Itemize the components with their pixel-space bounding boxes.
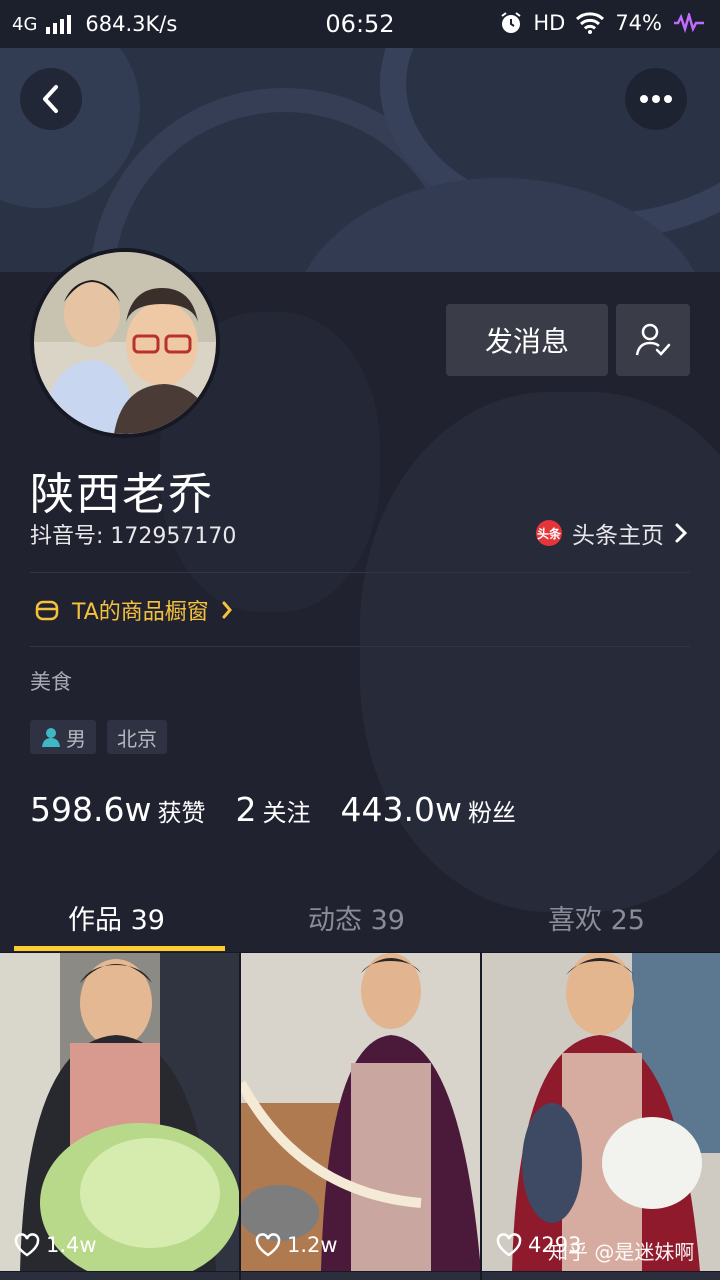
shop-link-label: TA的商品橱窗 xyxy=(72,600,209,625)
followers-stat[interactable]: 443.0w 粉丝 xyxy=(340,790,515,829)
more-button[interactable] xyxy=(625,68,687,130)
heart-icon xyxy=(255,1233,281,1257)
likes-stat: 598.6w 获赞 xyxy=(30,790,205,829)
follow-status-button[interactable] xyxy=(616,304,690,376)
heart-icon xyxy=(14,1233,40,1257)
video-grid: 1.4w 1.2w 4293 xyxy=(0,953,720,1280)
divider xyxy=(30,646,690,647)
chevron-right-icon xyxy=(222,601,232,619)
alarm-icon xyxy=(501,12,521,33)
person-icon xyxy=(42,728,60,747)
video-likes-count: 1.2w xyxy=(287,1233,338,1257)
content-tabs: 作品 39 动态 39 喜欢 25 xyxy=(0,880,720,952)
avatar[interactable] xyxy=(30,248,220,438)
toutiao-homepage-link[interactable]: 头条 头条主页 xyxy=(536,516,688,550)
shop-icon xyxy=(35,600,59,621)
wifi-icon xyxy=(576,12,605,34)
following-stat[interactable]: 2 关注 xyxy=(235,790,310,829)
next-row-thumbnail xyxy=(0,1272,239,1280)
following-count: 2 xyxy=(235,790,257,829)
likes-count: 598.6w xyxy=(30,790,152,829)
followers-count: 443.0w xyxy=(340,790,462,829)
avatar-photo xyxy=(34,252,216,434)
gender-tag: 男 xyxy=(30,720,96,754)
chevron-left-icon xyxy=(43,85,58,113)
category-label: 美食 xyxy=(30,670,72,694)
hd-indicator: HD xyxy=(533,11,566,35)
video-likes: 1.4w xyxy=(14,1233,97,1257)
toutiao-logo-icon: 头条 xyxy=(536,520,562,546)
tab-works[interactable]: 作品 39 xyxy=(68,898,165,937)
followers-label: 粉丝 xyxy=(467,799,516,827)
back-button[interactable] xyxy=(20,68,82,130)
watermark: 知乎 @是迷妹啊 xyxy=(548,1240,695,1264)
video-thumbnail[interactable]: 1.4w xyxy=(0,953,239,1271)
shop-window-link[interactable]: TA的商品橱窗 xyxy=(34,594,233,626)
next-row-thumbnail xyxy=(482,1272,720,1280)
more-dots-icon xyxy=(640,95,672,103)
video-cover xyxy=(0,953,239,1271)
gender-label: 男 xyxy=(66,726,86,751)
active-tab-indicator xyxy=(14,946,225,951)
user-check-icon xyxy=(635,323,671,356)
battery-level: 74% xyxy=(615,11,662,35)
video-thumbnail[interactable]: 1.2w xyxy=(241,953,480,1271)
following-label: 关注 xyxy=(262,799,311,827)
heart-icon xyxy=(496,1233,522,1257)
chevron-right-icon xyxy=(675,523,688,543)
profile-stats: 598.6w 获赞 2 关注 443.0w 粉丝 xyxy=(30,790,546,829)
next-row-thumbnail xyxy=(241,1272,480,1280)
video-likes: 1.2w xyxy=(255,1233,338,1257)
send-message-button[interactable]: 发消息 xyxy=(446,304,608,376)
video-cover xyxy=(241,953,480,1271)
video-thumbnail[interactable]: 4293 xyxy=(482,953,720,1271)
location-label: 北京 xyxy=(117,726,157,751)
profile-name: 陕西老乔 xyxy=(30,469,214,520)
toutiao-link-label: 头条主页 xyxy=(572,523,664,549)
profile-cover xyxy=(0,48,720,272)
divider xyxy=(30,572,690,573)
tab-moments[interactable]: 动态 39 xyxy=(308,898,405,937)
location-tag: 北京 xyxy=(107,720,167,754)
video-likes-count: 1.4w xyxy=(46,1233,97,1257)
video-cover xyxy=(482,953,720,1271)
status-bar: 4G 684.3K/s 06:52 HD 74% xyxy=(0,0,720,48)
tab-likes[interactable]: 喜欢 25 xyxy=(548,898,645,937)
douyin-id: 抖音号: 172957170 xyxy=(30,524,237,549)
soundwave-icon xyxy=(674,13,704,33)
status-right: HD 74% xyxy=(499,11,706,35)
likes-label: 获赞 xyxy=(157,799,206,827)
